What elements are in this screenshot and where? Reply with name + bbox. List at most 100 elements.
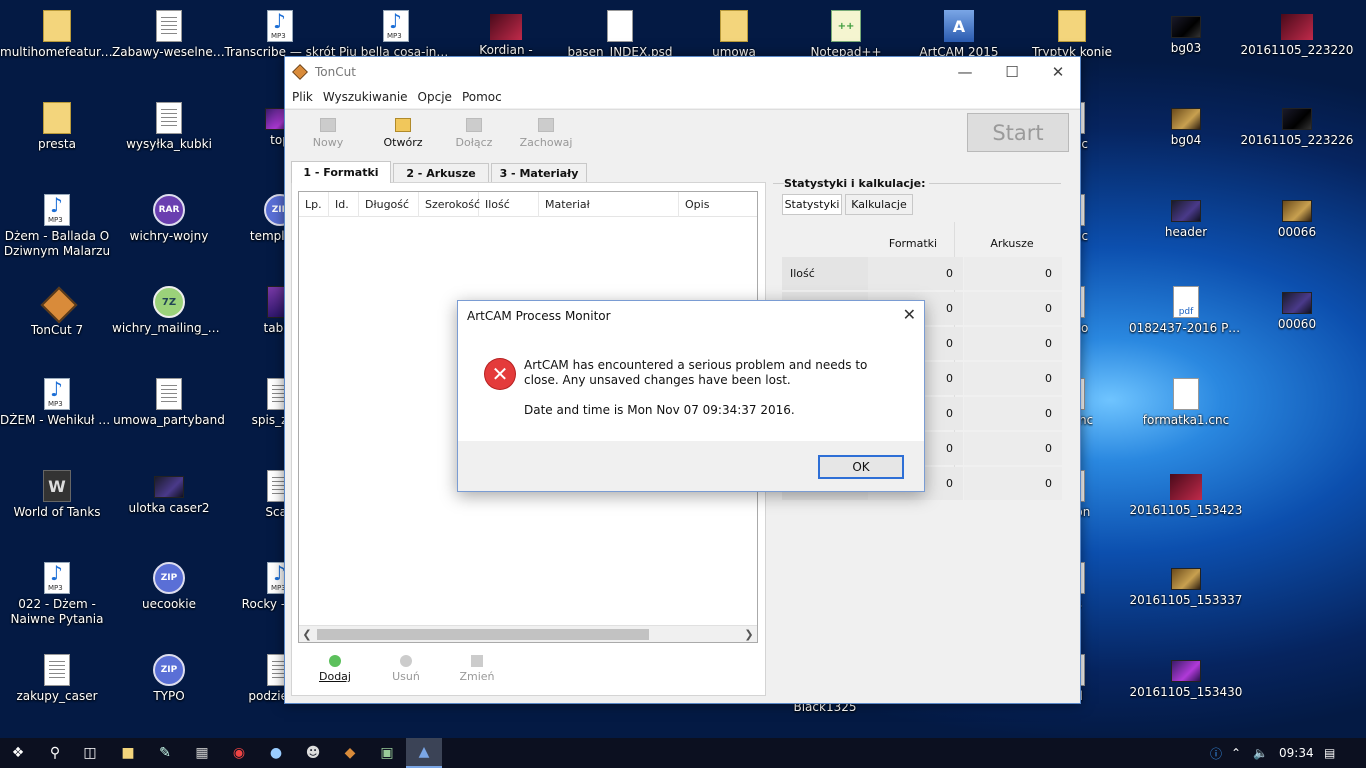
desktop-icon[interactable]: umowa_partyband [112,372,226,460]
file-explorer-icon[interactable]: ■ [110,738,146,768]
menu-wyszukiwanie[interactable]: Wyszukiwanie [318,90,413,104]
image-icon [1282,292,1312,314]
tab-statystyki[interactable]: Statystyki [782,194,842,215]
close-icon[interactable]: ✕ [1035,57,1081,86]
dialog-close-icon[interactable]: ✕ [903,305,916,324]
desktop-icon[interactable]: 20161105_223226 [1240,96,1354,184]
new-button[interactable]: Nowy [299,118,357,158]
remove-button[interactable]: Usuń [381,655,431,683]
search-icon[interactable]: ⚲ [37,738,73,768]
desktop-icon[interactable]: 20161105_153430 [1129,648,1243,736]
desktop-icon[interactable]: ZIP TYPO [112,648,226,736]
desktop-icon[interactable]: 7Z wichry_mailing_20... [112,280,226,368]
notepad-plus-icon[interactable]: ✎ [147,738,183,768]
artcam-icon: A [944,10,974,42]
desktop-icon[interactable]: formatka1.cnc [1129,372,1243,460]
desktop-icon[interactable]: multihomefeatured [0,4,114,92]
tab-kalkulacje[interactable]: Kalkulacje [845,194,913,215]
tab-materialy[interactable]: 3 - Materiały [491,163,587,183]
col-material[interactable]: Materiał [539,192,679,217]
image-icon [1171,16,1201,38]
calculator-icon[interactable]: ▦ [184,738,220,768]
desktop-icon-label: 20161105_153337 [1129,593,1243,607]
attach-button[interactable]: Dołącz [445,118,503,158]
zip-icon: ZIP [153,562,185,594]
desktop-icon[interactable]: TonCut 7 [0,280,114,368]
desktop-icon[interactable]: ulotka caser2 [112,464,226,552]
desktop-icon[interactable]: 00060 [1240,280,1354,368]
add-button[interactable]: Dodaj [310,655,360,683]
menu-plik[interactable]: Plik [287,90,318,104]
desktop-icon[interactable]: zakupy_caser [0,648,114,736]
mp3-icon [44,561,70,594]
app-icon[interactable]: ☻ [295,738,331,768]
desktop-icon-label: header [1164,225,1208,239]
attach-icon [466,118,482,132]
horizontal-scrollbar[interactable]: ❮ ❯ [299,625,757,642]
desktop-icon[interactable]: DŻEM - Wehikuł czasu [0,372,114,460]
desktop-icon-label: wichry_mailing_20... [112,321,226,335]
ok-button[interactable]: OK [818,455,904,479]
col-dlugosc[interactable]: Długość [359,192,419,217]
desktop-icon[interactable]: ZIP uecookie [112,556,226,644]
desktop-icon[interactable]: presta [0,96,114,184]
col-opis[interactable]: Opis [679,192,757,217]
desktop-icon[interactable]: bg04 [1129,96,1243,184]
app2-icon[interactable]: ▣ [369,738,405,768]
desktop-icon[interactable]: 022 - Dżem - Naiwne Pytania [0,556,114,644]
col-lp[interactable]: Lp. [299,192,329,217]
open-button[interactable]: Otwórz [374,118,432,158]
desktop-icon-label: 022 - Dżem - Naiwne Pytania [10,597,104,626]
menu-pomoc[interactable]: Pomoc [457,90,507,104]
chevron-up-icon[interactable]: ⌃ [1231,738,1241,768]
change-button[interactable]: Zmień [452,655,502,683]
scroll-thumb[interactable] [317,629,649,640]
chrome-icon[interactable]: ◉ [221,738,257,768]
task-view-icon[interactable]: ◫ [72,738,108,768]
mp3-icon [44,193,70,226]
save-button[interactable]: Zachowaj [517,118,575,158]
notifications-icon[interactable]: ▤ [1324,738,1335,768]
tab-formatki[interactable]: 1 - Formatki [291,161,391,183]
file-icon [607,10,633,42]
file-icon [1173,378,1199,410]
desktop-icon[interactable]: 20161105_153337 [1129,556,1243,644]
desktop-icon[interactable]: bg03 [1129,4,1243,92]
scroll-left-icon[interactable]: ❮ [299,626,315,643]
start-button[interactable]: Start [967,113,1069,152]
desktop-icon-label: multihomefeatured [0,45,114,59]
document-icon [156,10,182,42]
desktop-icon[interactable]: 20161105_223220 [1240,4,1354,92]
folder-icon [43,10,71,42]
desktop-icon[interactable]: pdf 0182437-2016 Pismo [1129,280,1243,368]
col-szerokosc[interactable]: Szerokość [419,192,480,217]
zip-icon: ZIP [153,654,185,686]
volume-icon[interactable]: 🔈 [1253,738,1268,768]
transcribe-icon[interactable]: ● [258,738,294,768]
minimize-icon[interactable]: — [942,57,988,86]
desktop-icon[interactable]: 20161105_153423 [1129,464,1243,552]
clock[interactable]: 09:34 [1279,738,1314,768]
col-ilosc[interactable]: Ilość [479,192,539,217]
title-bar[interactable]: TonCut — ☐ ✕ [285,57,1080,86]
windows-start-icon[interactable]: ❖ [0,738,36,768]
scroll-right-icon[interactable]: ❯ [741,626,757,643]
stats-col-arkusze: Arkusze [990,237,1034,250]
grid-header: Lp. Id. Długość Szerokość Ilość Materiał… [299,192,757,217]
maximize-icon[interactable]: ☐ [989,57,1035,86]
desktop-icon[interactable]: Zabawy-weselne-T... [112,4,226,92]
toncut-taskbar-icon[interactable]: ◆ [332,738,368,768]
tab-arkusze[interactable]: 2 - Arkusze [393,163,489,183]
desktop-icon[interactable]: wysyłka_kubki [112,96,226,184]
artcam-taskbar-icon[interactable]: ▲ [406,738,442,768]
col-id[interactable]: Id. [329,192,359,217]
desktop-icon[interactable]: 00066 [1240,188,1354,276]
desktop-icon[interactable]: header [1129,188,1243,276]
desktop-icon[interactable]: RAR wichry-wojny [112,188,226,276]
desktop-icon[interactable]: Dżem - Ballada O Dziwnym Malarzu [0,188,114,276]
add-icon [329,655,341,667]
notepad-plus-icon: ++ [831,10,861,42]
help-icon[interactable]: ⓘ [1210,738,1222,768]
desktop-icon[interactable]: W World of Tanks [0,464,114,552]
menu-opcje[interactable]: Opcje [413,90,457,104]
